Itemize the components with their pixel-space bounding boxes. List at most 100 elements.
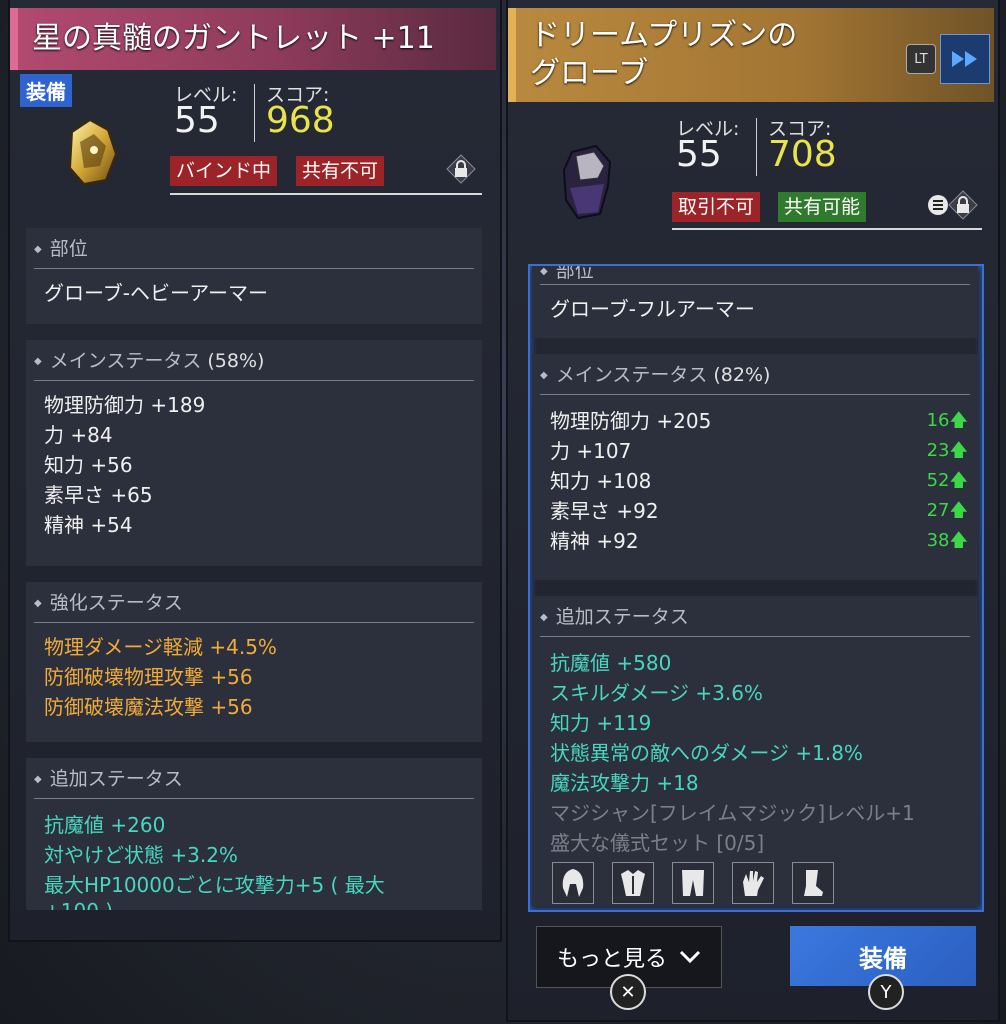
main-status-section: メインステータス (82%) 物理防御力 +205 16🡅 力 +107 23🡅… xyxy=(532,354,978,580)
item-title-bar: ドリームプリズンの グローブ LT xyxy=(508,8,994,102)
section-rule xyxy=(34,380,474,381)
untradeable-badge: 取引不可 xyxy=(672,192,761,222)
stat-increase: 23🡅 xyxy=(927,436,968,466)
stat-line: 知力 +108 xyxy=(550,469,652,493)
chest-armor-icon xyxy=(621,870,645,896)
part-heading: 部位 xyxy=(34,234,88,261)
section-rule xyxy=(34,622,474,623)
stat-line: 素早さ +92 xyxy=(550,499,659,523)
enhance-line: 防御破壊魔法攻撃 +56 xyxy=(44,695,253,719)
additional-line: 状態異常の敵へのダメージ +1.8% xyxy=(550,741,863,765)
arrow-up-icon: 🡅 xyxy=(949,500,968,521)
part-section: 部位 グローブ-フルアーマー xyxy=(532,266,978,338)
enhance-line: 防御破壊物理攻撃 +56 xyxy=(44,665,253,689)
stat-line: 精神 +54 xyxy=(44,513,133,537)
arrow-up-icon: 🡅 xyxy=(949,530,968,551)
stat-line: 物理防御力 +205 xyxy=(550,409,712,433)
set-piece-gloves xyxy=(732,862,774,904)
increase-value: 38 xyxy=(926,530,950,551)
stat-increase: 38🡅 xyxy=(927,526,968,556)
item-title-line2: グローブ xyxy=(530,56,649,91)
section-rule xyxy=(34,798,474,799)
leg-armor-icon xyxy=(682,870,704,896)
item-title: ドリームプリズンの グローブ xyxy=(516,17,797,93)
gauntlet-icon xyxy=(68,118,118,186)
section-rule xyxy=(34,268,474,269)
stat-increase: 27🡅 xyxy=(927,496,968,526)
score-value: 708 xyxy=(768,134,837,175)
header-rule xyxy=(170,193,482,195)
stat-line: 知力 +56 xyxy=(44,453,133,477)
set-piece-legs xyxy=(672,862,714,904)
section-rule xyxy=(540,636,970,637)
set-skill-line: マジシャン[フレイムマジック]レベル+1 xyxy=(550,801,915,825)
unshareable-badge: 共有不可 xyxy=(296,156,385,186)
chevron-down-icon xyxy=(679,950,701,964)
lock-icon xyxy=(446,154,476,184)
enhance-line: 物理ダメージ軽減 +4.5% xyxy=(44,635,277,659)
stat-line: 精神 +92 xyxy=(550,529,639,553)
stat-increase: 16🡅 xyxy=(927,406,968,436)
y-button-icon[interactable]: Y xyxy=(868,974,904,1010)
set-piece-helmet xyxy=(552,862,594,904)
set-piece-boots xyxy=(792,862,834,904)
part-section: 部位 グローブ-ヘビーアーマー xyxy=(26,228,482,324)
additional-status-section: 追加ステータス 抗魔値 +580 スキルダメージ +3.6% 知力 +119 状… xyxy=(532,596,978,906)
set-name-line: 盛大な儀式セット [0/5] xyxy=(550,831,765,855)
glove-item-icon xyxy=(562,144,612,220)
section-rule xyxy=(540,284,970,285)
additional-line: 知力 +119 xyxy=(550,711,652,735)
x-button-icon[interactable]: ✕ xyxy=(610,974,646,1010)
item-title-line1: ドリームプリズンの xyxy=(530,18,798,53)
header-rule xyxy=(672,228,982,230)
stat-increase: 52🡅 xyxy=(927,466,968,496)
lt-button-icon[interactable]: LT xyxy=(906,44,936,74)
stat-line: 力 +84 xyxy=(44,423,113,447)
additional-line: 対やけど状態 +3.2% xyxy=(44,843,238,867)
increase-value: 16 xyxy=(926,410,950,431)
helmet-icon xyxy=(562,869,584,897)
set-piece-chest xyxy=(612,862,654,904)
divider xyxy=(254,84,255,142)
main-status-percent: (58%) xyxy=(207,350,265,372)
arrow-up-icon: 🡅 xyxy=(949,410,968,431)
section-rule xyxy=(540,394,970,395)
compare-item-panel: ドリームプリズンの グローブ LT レベル: 55 スコア: 708 取引不可 共… xyxy=(508,0,998,1020)
item-title-bar: 星の真髄のガントレット +11 xyxy=(10,8,496,70)
next-item-button[interactable] xyxy=(940,34,990,84)
increase-value: 27 xyxy=(926,500,950,521)
part-value: グローブ-フルアーマー xyxy=(550,297,755,321)
additional-line: 魔法攻撃力 +18 xyxy=(550,771,699,795)
additional-status-heading: 追加ステータス xyxy=(540,602,689,629)
level-value: 55 xyxy=(174,100,220,141)
arrow-up-icon: 🡅 xyxy=(949,440,968,461)
main-status-heading: メインステータス (58%) xyxy=(34,346,265,373)
main-status-heading: メインステータス (82%) xyxy=(540,360,771,387)
stat-line: 素早さ +65 xyxy=(44,483,153,507)
arrow-up-icon: 🡅 xyxy=(949,470,968,491)
main-status-percent: (82%) xyxy=(713,364,771,386)
see-more-label: もっと見る xyxy=(556,947,667,972)
additional-line: 抗魔値 +580 xyxy=(550,651,672,675)
glove-icon xyxy=(743,871,764,896)
main-status-section: メインステータス (58%) 物理防御力 +189 力 +84 知力 +56 素… xyxy=(26,340,482,566)
boot-icon xyxy=(804,870,823,896)
current-item-panel: 星の真髄のガントレット +11 装備 レベル: 55 スコア: 968 バインド… xyxy=(10,0,500,940)
increase-value: 23 xyxy=(926,440,950,461)
additional-line: スキルダメージ +3.6% xyxy=(550,681,763,705)
divider xyxy=(756,118,757,176)
enhance-status-heading: 強化ステータス xyxy=(34,588,183,615)
additional-status-heading: 追加ステータス xyxy=(34,764,183,791)
bound-badge: バインド中 xyxy=(170,156,278,186)
part-heading: 部位 xyxy=(540,266,594,283)
shareable-badge: 共有可能 xyxy=(778,192,867,222)
additional-line: 抗魔値 +260 xyxy=(44,813,166,837)
stat-line: 力 +107 xyxy=(550,439,632,463)
stat-line: 物理防御力 +189 xyxy=(44,393,206,417)
additional-status-section[interactable]: 追加ステータス 抗魔値 +260 対やけど状態 +3.2% 最大HP10000ご… xyxy=(26,758,482,910)
menu-lock-icon xyxy=(928,190,978,220)
main-status-label: メインステータス xyxy=(555,364,708,386)
level-value: 55 xyxy=(676,134,722,175)
item-title: 星の真髄のガントレット +11 xyxy=(32,21,435,56)
main-status-label: メインステータス xyxy=(49,350,202,372)
